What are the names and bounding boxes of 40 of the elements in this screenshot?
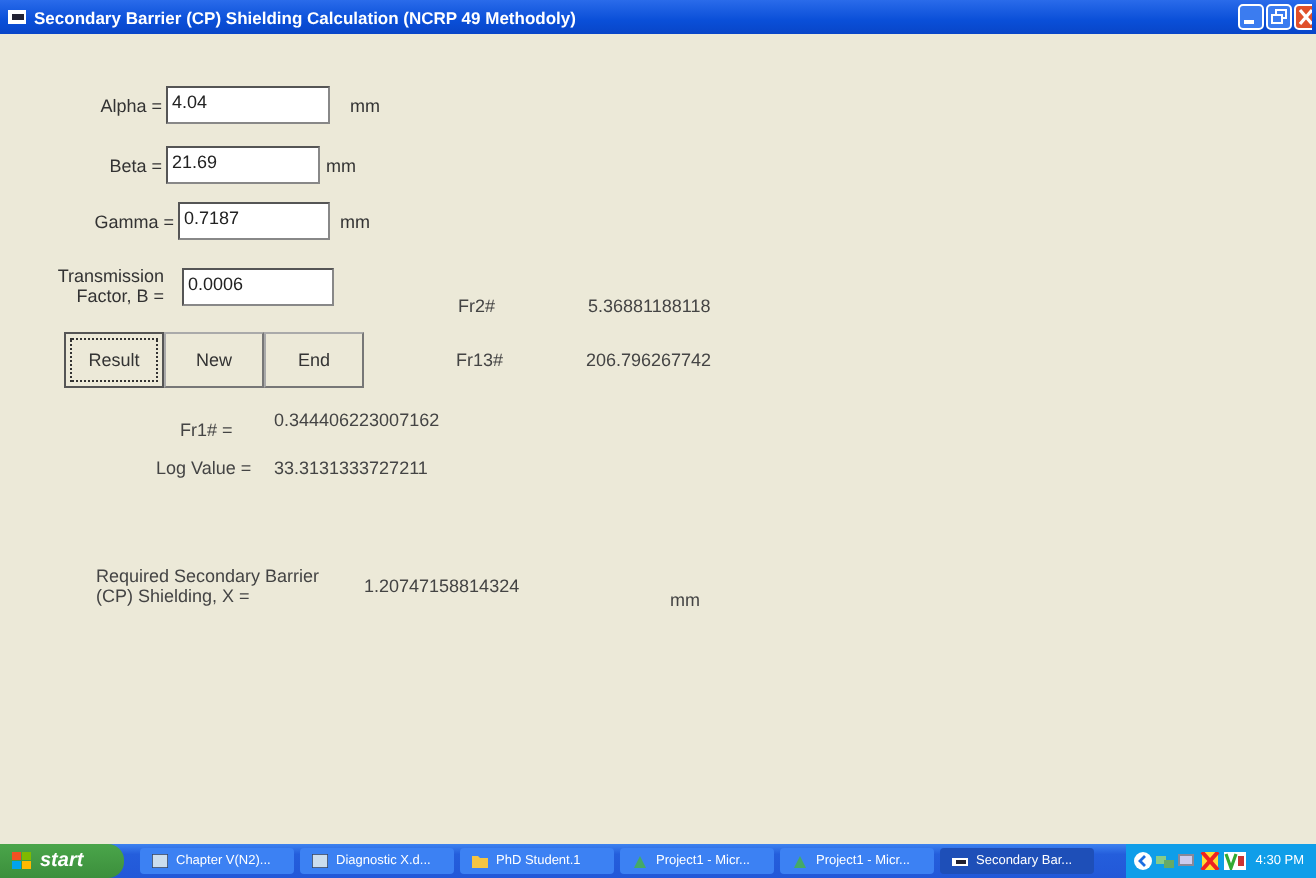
command-button[interactable]: New: [164, 332, 264, 388]
app-icon: [632, 854, 648, 868]
result-value: 206.796267742: [586, 350, 712, 370]
result-label: Log Value =: [156, 458, 254, 478]
field-label: Transmission Factor, B =: [55, 266, 164, 306]
command-button[interactable]: End: [264, 332, 364, 388]
flag-icon: [12, 852, 32, 870]
result-label: Required Secondary Barrier (CP) Shielding, X =: [96, 566, 320, 606]
start-button[interactable]: start: [0, 844, 124, 878]
field-label: Beta =: [107, 155, 162, 175]
result-value: 1.20747158814324: [364, 576, 522, 596]
v-icon[interactable]: [1224, 852, 1246, 870]
app-icon: [8, 10, 26, 24]
input-field[interactable]: 4.04: [166, 86, 330, 124]
unit-label: mm: [350, 95, 380, 115]
result-label: Fr13#: [456, 350, 506, 370]
close-icon[interactable]: [1294, 4, 1312, 30]
result-label: Fr1# =: [180, 420, 235, 440]
input-field[interactable]: 0.0006: [182, 267, 334, 305]
app-icon: [792, 854, 808, 868]
result-label: Fr2#: [458, 296, 498, 316]
maximize-icon[interactable]: [1266, 4, 1292, 30]
document-icon: [152, 854, 168, 868]
command-button[interactable]: Result: [64, 332, 164, 388]
field-label: Gamma =: [92, 211, 174, 231]
chevron-icon[interactable]: [1134, 852, 1152, 870]
result-value: 33.3131333727211: [274, 458, 428, 478]
unit-label: mm: [326, 155, 356, 175]
unit-label: mm: [340, 211, 370, 231]
window-title: Secondary Barrier (CP) Shielding Calculation (NCRP 49 Methodoly): [34, 7, 578, 27]
result-value: 0.344406223007162: [274, 410, 440, 430]
field-label: Alpha =: [98, 95, 162, 115]
input-field[interactable]: 0.7187: [178, 202, 330, 240]
window-icon: [952, 854, 968, 868]
input-field[interactable]: 21.69: [166, 146, 320, 184]
unit-label: mm: [670, 590, 700, 610]
minimize-icon[interactable]: [1238, 4, 1264, 30]
document-icon: [312, 854, 328, 868]
folder-icon: [472, 854, 488, 868]
result-value: 5.36881188118: [588, 296, 711, 316]
